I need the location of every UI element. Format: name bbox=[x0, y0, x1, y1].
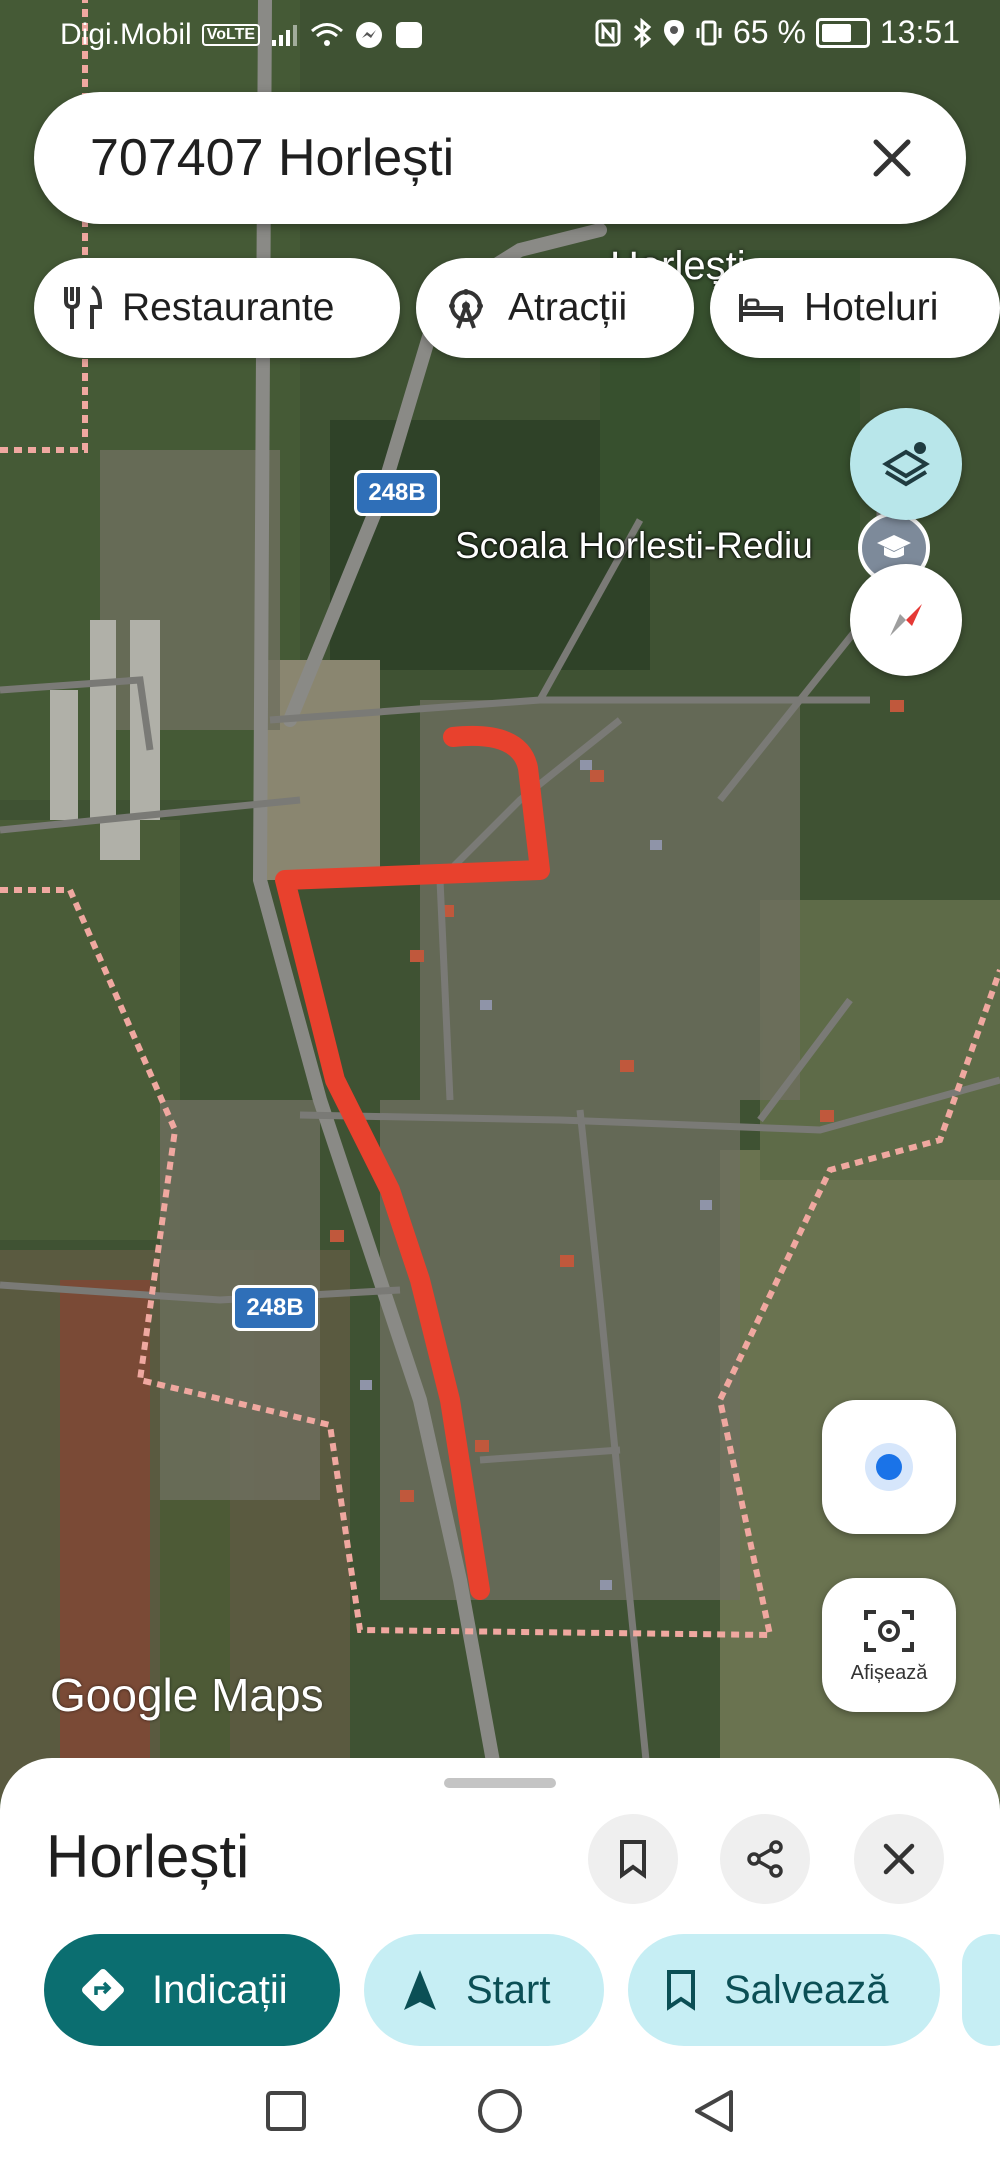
google-maps-watermark: Google Maps bbox=[50, 1669, 324, 1721]
start-label: Start bbox=[466, 1967, 551, 2012]
place-title: Horlești bbox=[46, 1823, 250, 1890]
close-icon bbox=[873, 139, 911, 177]
school-label-text: Scoala Horlesti-Rediu bbox=[455, 525, 813, 566]
directions-label: Indicații bbox=[152, 1967, 288, 2012]
location-icon bbox=[663, 19, 684, 46]
volte-badge: VoLTE bbox=[201, 24, 261, 46]
layers-icon bbox=[882, 442, 930, 487]
close-icon bbox=[883, 1843, 915, 1875]
compass-button[interactable] bbox=[850, 564, 962, 676]
share-icon bbox=[747, 1840, 783, 1878]
chip-restaurants[interactable]: Restaurante bbox=[34, 258, 400, 358]
recent-apps-button[interactable] bbox=[265, 2090, 307, 2132]
nfc-icon bbox=[595, 19, 621, 46]
status-bar: Digi.Mobil VoLTE 65 % 13:51 bbox=[0, 0, 1000, 70]
layers-button[interactable] bbox=[850, 408, 962, 520]
chip-label: Restaurante bbox=[122, 286, 335, 329]
road-shield-label: 248B bbox=[246, 1294, 304, 1321]
clear-search-button[interactable] bbox=[856, 122, 928, 194]
back-button[interactable] bbox=[693, 2088, 735, 2134]
my-location-button[interactable] bbox=[822, 1400, 956, 1534]
battery-percent: 65 % bbox=[732, 14, 806, 50]
chip-hotels[interactable]: Hoteluri bbox=[710, 258, 1000, 358]
battery-icon bbox=[815, 17, 870, 48]
bed-icon bbox=[739, 294, 783, 322]
save-button[interactable]: Salvează bbox=[628, 1934, 940, 2046]
share-button[interactable] bbox=[720, 1814, 810, 1904]
app-notification-icon bbox=[396, 22, 423, 48]
search-bar[interactable]: 707407 Horlești bbox=[34, 92, 966, 224]
road-shield-label: 248B bbox=[368, 479, 426, 506]
ferris-wheel-icon bbox=[449, 289, 483, 329]
camera-search-icon bbox=[864, 1609, 914, 1652]
home-button[interactable] bbox=[477, 2088, 523, 2134]
start-button[interactable]: Start bbox=[364, 1934, 604, 2046]
more-actions-peek[interactable] bbox=[962, 1934, 1000, 2046]
messenger-icon bbox=[356, 22, 383, 48]
wifi-icon bbox=[311, 23, 343, 46]
save-label: Salvează bbox=[724, 1967, 889, 2012]
bluetooth-icon bbox=[633, 17, 652, 48]
carrier-name: Digi.Mobil bbox=[60, 18, 192, 51]
directions-icon bbox=[82, 1969, 124, 2011]
my-location-icon bbox=[865, 1443, 913, 1491]
save-icon-button[interactable] bbox=[588, 1814, 678, 1904]
road-shield-248b-south: 248B bbox=[232, 1285, 318, 1331]
chip-label: Hoteluri bbox=[804, 286, 939, 329]
clock: 13:51 bbox=[879, 14, 960, 50]
school-label[interactable]: Scoala Horlesti-Rediu bbox=[455, 525, 813, 567]
road-shield-248b-north: 248B bbox=[354, 470, 440, 516]
bookmark-icon bbox=[620, 1840, 646, 1879]
system-nav-bar bbox=[0, 2054, 1000, 2167]
chip-label: Atracții bbox=[508, 286, 628, 329]
navigation-arrow-icon bbox=[404, 1970, 436, 2010]
signal-icon bbox=[272, 25, 298, 46]
compass-icon bbox=[890, 604, 922, 636]
lens-label: Afișează bbox=[850, 1661, 928, 1684]
chip-attractions[interactable]: Atracții bbox=[416, 258, 694, 358]
vibrate-icon bbox=[696, 20, 722, 45]
graduation-cap-icon bbox=[877, 535, 911, 558]
lens-button[interactable]: Afișează bbox=[822, 1578, 956, 1712]
directions-button[interactable]: Indicații bbox=[44, 1934, 340, 2046]
bookmark-icon bbox=[667, 1970, 695, 2011]
close-sheet-button[interactable] bbox=[854, 1814, 944, 1904]
sheet-drag-handle[interactable] bbox=[444, 1778, 556, 1788]
search-input[interactable]: 707407 Horlești bbox=[90, 128, 454, 188]
fork-knife-icon bbox=[64, 285, 102, 329]
